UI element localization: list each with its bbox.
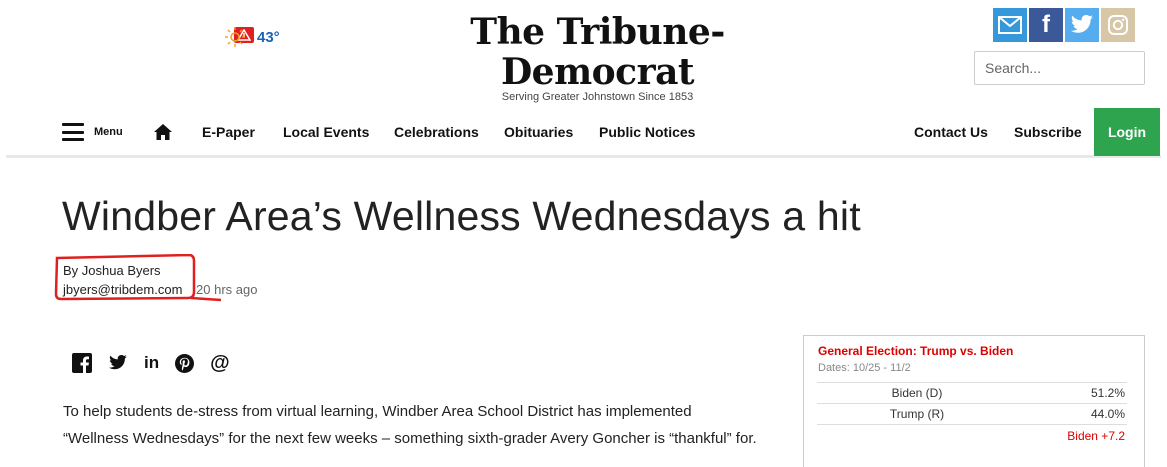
facebook-icon[interactable]: [72, 352, 92, 374]
site-title: The Tribune-Democrat: [470, 11, 725, 93]
byline: By Joshua Byers jbyers@tribdem.com 20 hr…: [63, 261, 257, 299]
poll-title[interactable]: General Election: Trump vs. Biden: [818, 344, 1013, 358]
table-row: Biden (D) 51.2%: [817, 382, 1127, 403]
site-logo[interactable]: The Tribune-Democrat Serving Greater Joh…: [390, 12, 805, 103]
search-input[interactable]: [974, 51, 1145, 85]
nav-item-public-notices[interactable]: Public Notices: [599, 108, 695, 156]
poll-margin: Biden +7.2: [1067, 428, 1125, 443]
nav-item-subscribe[interactable]: Subscribe: [1014, 108, 1082, 156]
author-email-link[interactable]: jbyers@tribdem.com: [63, 282, 182, 297]
login-button[interactable]: Login: [1094, 108, 1160, 156]
poll-margin-row: Biden +7.2: [817, 424, 1127, 446]
weather-widget[interactable]: 43°: [224, 26, 280, 48]
candidate-name: Trump (R): [889, 407, 945, 421]
weather-temp: 43°: [257, 28, 280, 46]
hamburger-icon: [62, 123, 84, 141]
twitter-icon[interactable]: [1065, 8, 1099, 42]
email-icon[interactable]: [993, 8, 1027, 42]
election-poll-widget: General Election: Trump vs. Biden Dates:…: [803, 335, 1145, 467]
candidate-pct: 51.2%: [1090, 386, 1125, 400]
nav-item-contact-us[interactable]: Contact Us: [914, 108, 988, 156]
instagram-icon[interactable]: [1101, 8, 1135, 42]
email-at-icon[interactable]: @: [210, 352, 230, 374]
share-bar: in @: [72, 352, 246, 374]
menu-button[interactable]: Menu: [62, 108, 123, 156]
nav-item-celebrations[interactable]: Celebrations: [394, 108, 479, 156]
main-nav: Menu E-Paper Local Events Celebrations O…: [6, 108, 1161, 158]
nav-item-obituaries[interactable]: Obituaries: [504, 108, 573, 156]
publish-time: 20 hrs ago: [196, 282, 258, 297]
candidate-name: Biden (D): [891, 386, 943, 400]
twitter-icon[interactable]: [108, 352, 128, 374]
menu-label: Menu: [94, 126, 123, 138]
pinterest-icon[interactable]: [175, 352, 195, 374]
nav-item-epaper[interactable]: E-Paper: [202, 108, 255, 156]
facebook-icon[interactable]: f: [1029, 8, 1063, 42]
social-links: f: [993, 8, 1135, 42]
linkedin-icon[interactable]: in: [144, 352, 159, 374]
candidate-pct: 44.0%: [1090, 407, 1125, 421]
article-paragraph-line: To help students de-stress from virtual …: [63, 403, 692, 420]
article-body: To help students de-stress from virtual …: [63, 398, 783, 452]
article-headline: Windber Area’s Wellness Wednesdays a hit: [62, 193, 861, 239]
poll-dates: Dates: 10/25 - 11/2: [818, 362, 911, 374]
table-row: Trump (R) 44.0%: [817, 403, 1127, 424]
author-name: By Joshua Byers: [63, 263, 161, 278]
sun-icon: [224, 26, 246, 48]
nav-item-local-events[interactable]: Local Events: [283, 108, 369, 156]
article-paragraph-line: “Wellness Wednesdays” for the next few w…: [63, 430, 757, 447]
poll-table: Biden (D) 51.2% Trump (R) 44.0% Biden +7…: [817, 382, 1127, 446]
home-icon[interactable]: [153, 108, 173, 156]
site-tagline: Serving Greater Johnstown Since 1853: [501, 91, 694, 103]
